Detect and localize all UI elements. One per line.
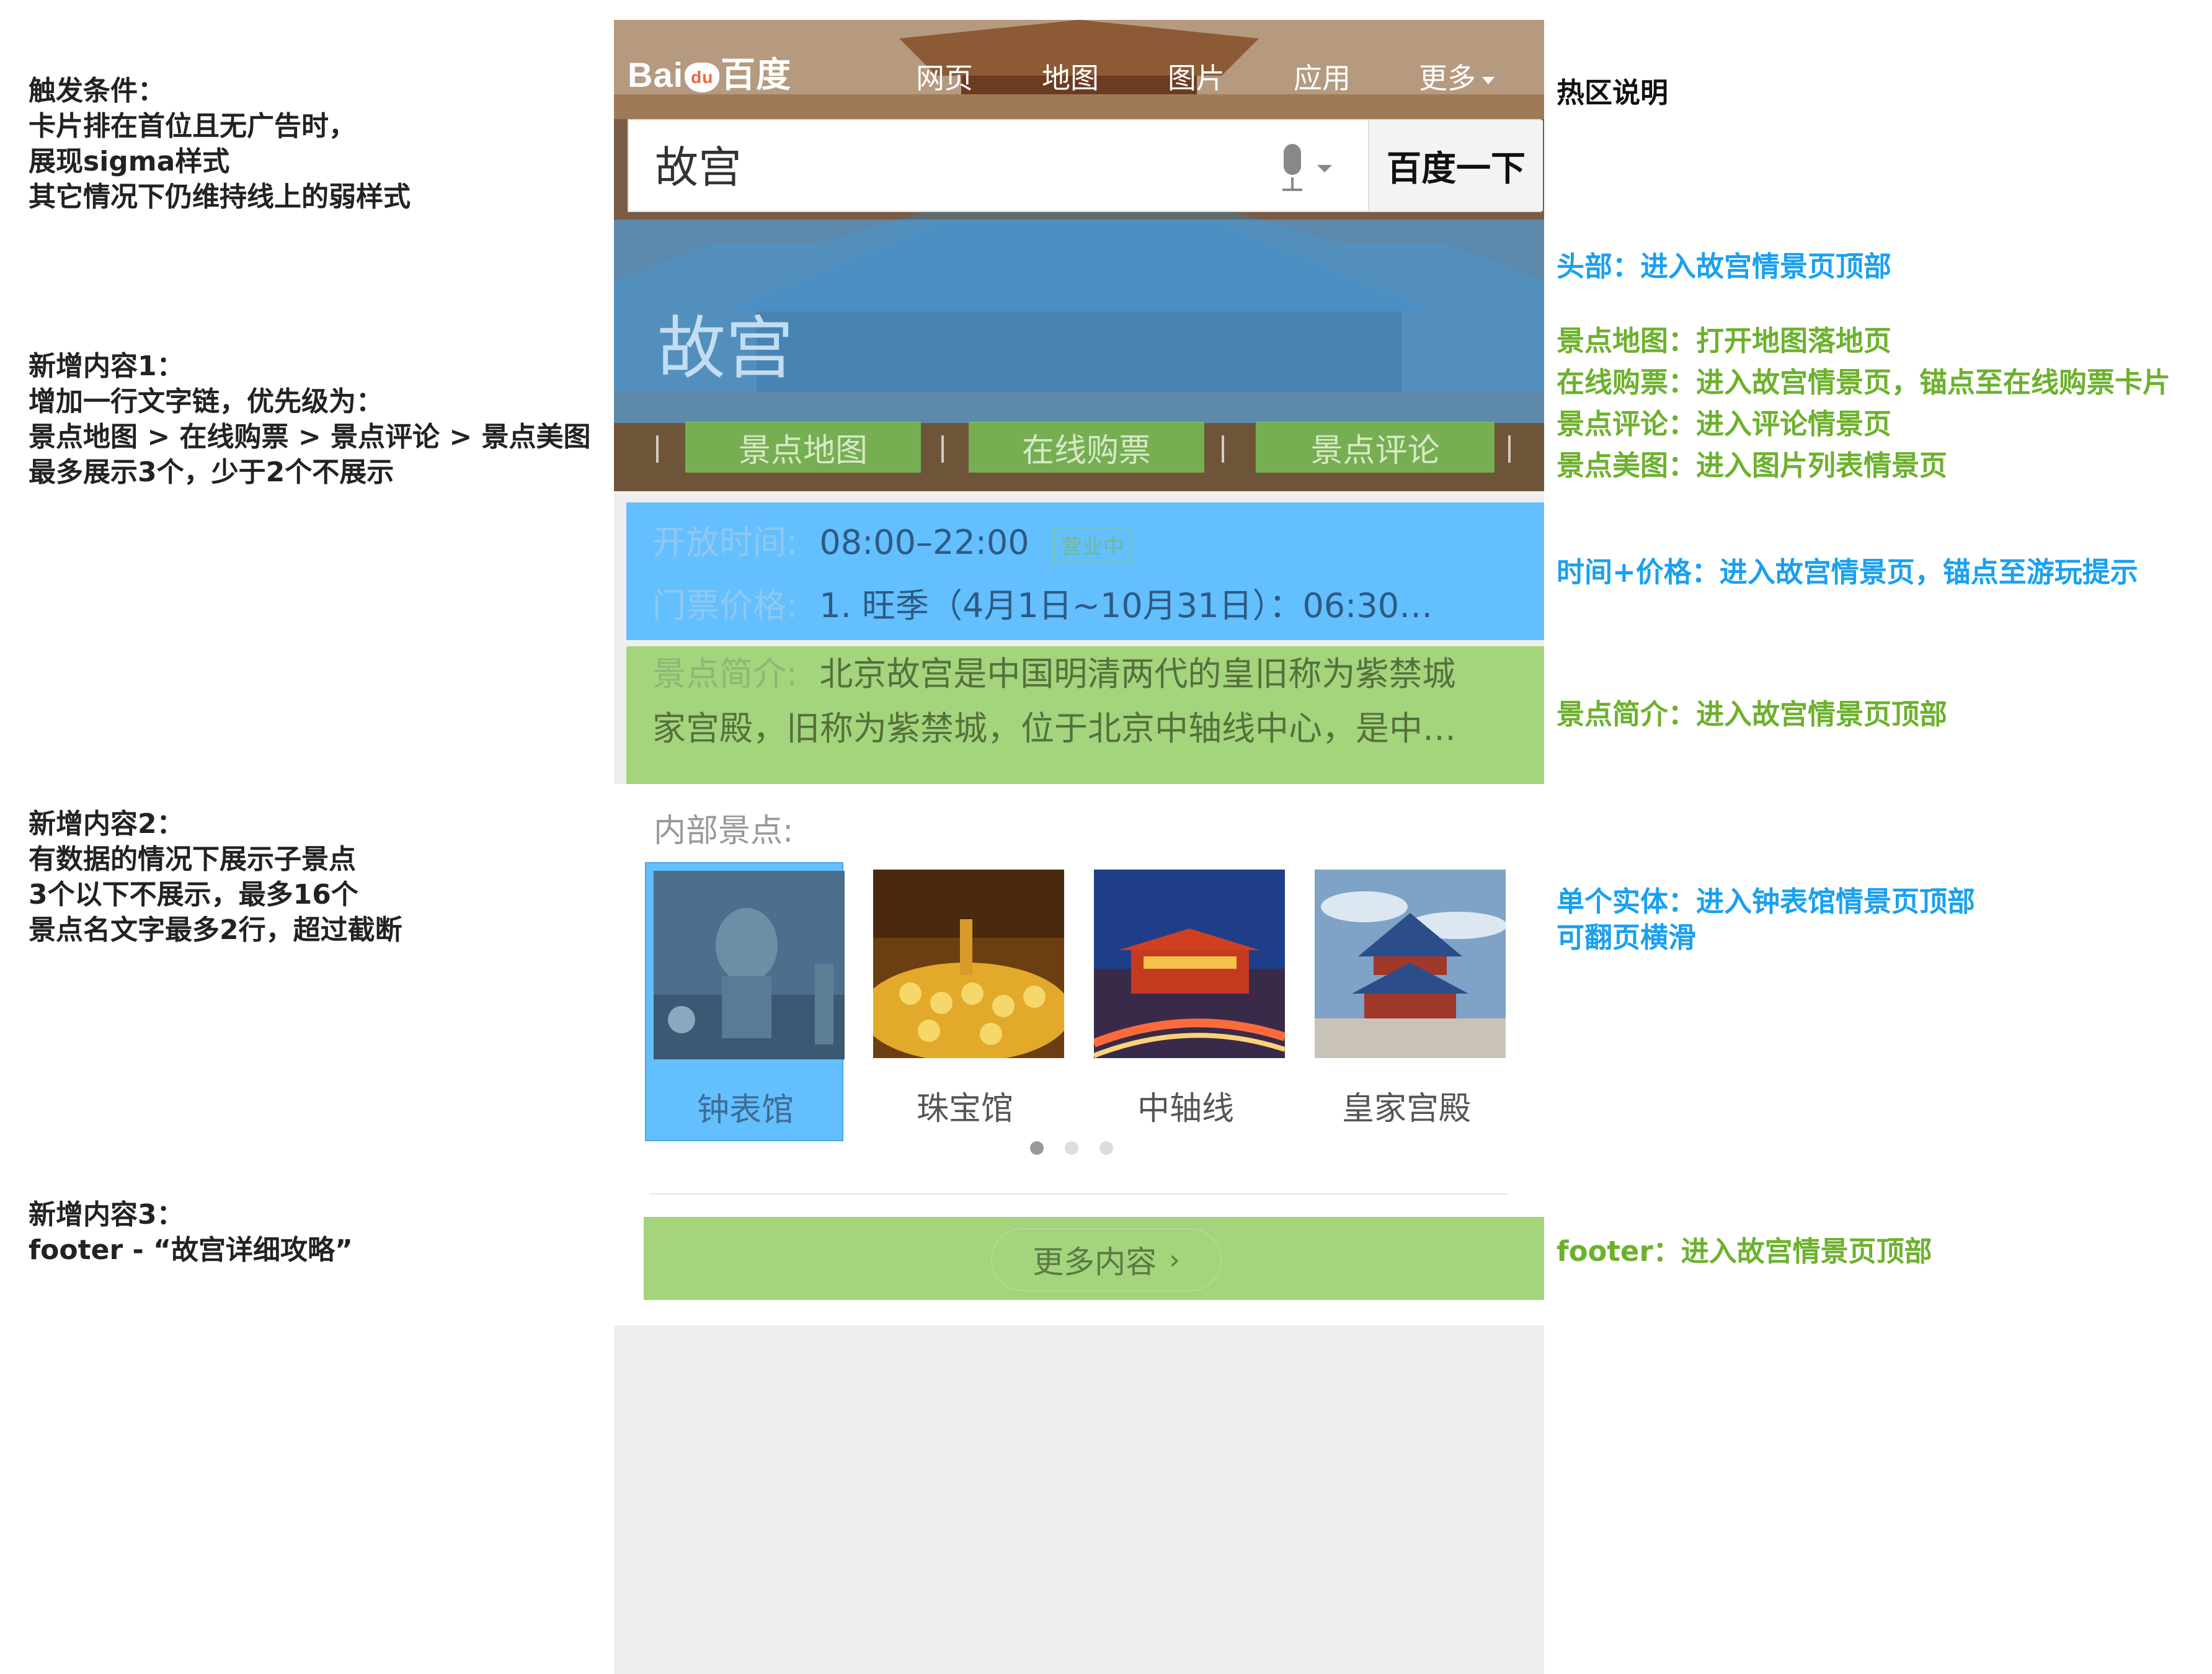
spot-item-jewelry-museum[interactable]: 珠宝馆 (866, 862, 1064, 1141)
link-separator (1508, 435, 1511, 463)
logo-text-paw: du (691, 68, 714, 87)
opening-hours-label: 开放时间: (652, 523, 798, 562)
spot-image (1315, 870, 1506, 1058)
link-online-ticket[interactable]: 在线购票 (969, 422, 1204, 473)
intro-label: 景点简介: (652, 654, 798, 693)
intro-line-1: 景点简介: 北京故宫是中国明清两代的皇旧称为紫禁城 (652, 646, 1455, 695)
footer-hotspot[interactable]: 更多内容 › (644, 1217, 1544, 1300)
nav-item-web[interactable]: 网页 (916, 56, 973, 97)
chevron-right-icon: › (1169, 1244, 1180, 1276)
link-scenic-review[interactable]: 景点评论 (1256, 422, 1495, 473)
hotspot-title: 热区说明 (1557, 76, 1669, 109)
hotspot-link-note-review: 景点评论：进入评论情景页 (1557, 407, 1892, 440)
opening-hours-row: 开放时间: 08:00–22:00 营业中 (652, 515, 1132, 564)
spot-image (1094, 870, 1285, 1058)
link-separator (656, 435, 659, 463)
note-line: 触发条件： (29, 75, 165, 107)
hotspot-link-note-ticket: 在线购票：进入故宫情景页，锚点至在线购票卡片 (1557, 366, 2171, 399)
hotspot-header-note: 头部：进入故宫情景页顶部 (1557, 250, 1892, 283)
header-hero[interactable]: Baidu 百度 网页 地图 图片 应用 更多 百度一下 故宫 景点地图 在线购票 (614, 20, 1544, 491)
spot-image (873, 870, 1064, 1058)
link-separator (1222, 435, 1224, 463)
note-line: 景点地图 > 在线购票 > 景点评论 > 景点美图 (29, 421, 591, 453)
paw-icon: du (685, 63, 720, 93)
status-badge: 营业中 (1053, 527, 1132, 563)
note-new-content-1: 新增内容1： 增加一行文字链，优先级为： 景点地图 > 在线购票 > 景点评论 … (29, 349, 591, 490)
intro-text-1: 北京故宫是中国明清两代的皇旧称为紫禁城 (819, 654, 1456, 693)
note-line: 3个以下不展示，最多16个 (29, 879, 358, 910)
nav-item-more-label: 更多 (1419, 61, 1476, 95)
nav-item-image[interactable]: 图片 (1168, 56, 1225, 97)
nav-item-map[interactable]: 地图 (1042, 56, 1099, 97)
search-input[interactable] (654, 138, 1214, 190)
spot-name: 珠宝馆 (916, 1090, 1013, 1128)
note-line: 新增内容1： (29, 350, 184, 382)
note-line: 最多展示3个，少于2个不展示 (29, 456, 394, 488)
hotspot-link-note-photo: 景点美图：进入图片列表情景页 (1557, 449, 1948, 482)
caret-down-icon[interactable] (1317, 165, 1332, 172)
logo-text-left: Bai (628, 55, 684, 94)
nav-item-more[interactable]: 更多 (1419, 56, 1495, 97)
note-line: 有数据的情况下展示子景点 (29, 844, 356, 875)
page-background (614, 1325, 1544, 1674)
link-separator (941, 435, 944, 463)
intro-hotspot[interactable]: 景点简介: 北京故宫是中国明清两代的皇旧称为紫禁城 家宫殿，旧称为紫禁城，位于北… (626, 646, 1544, 784)
hotspot-intro-note: 景点简介：进入故宫情景页顶部 (1557, 698, 1948, 731)
ticket-price-value: 1. 旺季（4月1日~10月31日）：06:30… (819, 586, 1433, 625)
spot-item-central-axis[interactable]: 中轴线 (1086, 862, 1285, 1141)
hotspot-time-price-note: 时间+价格：进入故宫情景页，锚点至游玩提示 (1557, 556, 2138, 589)
phone-screen: Baidu 百度 网页 地图 图片 应用 更多 百度一下 故宫 景点地图 在线购票 (614, 20, 1544, 1674)
note-line: footer - “故宫详细攻略” (29, 1234, 353, 1266)
intro-text-2: 家宫殿，旧称为紫禁城，位于北京中轴线中心，是中… (652, 709, 1456, 748)
hotspot-link-note-map: 景点地图：打开地图落地页 (1557, 324, 1892, 357)
note-new-content-2: 新增内容2： 有数据的情况下展示子景点 3个以下不展示，最多16个 景点名文字最… (29, 806, 402, 948)
time-price-hotspot[interactable]: 开放时间: 08:00–22:00 营业中 门票价格: 1. 旺季（4月1日~1… (626, 502, 1544, 640)
logo-text-right: 百度 (721, 55, 792, 94)
note-line: 展现sigma样式 (29, 146, 230, 177)
link-scenic-map[interactable]: 景点地图 (685, 422, 921, 473)
hotspot-entity-note-swipe: 可翻页横滑 (1557, 921, 1697, 954)
chevron-down-icon (1482, 76, 1495, 84)
note-line: 新增内容2： (29, 808, 184, 840)
note-line: 卡片排在首位且无广告时， (29, 110, 356, 142)
baidu-logo[interactable]: Bai du 百度 (628, 47, 791, 97)
header-hotspot[interactable]: 故宫 (614, 220, 1544, 423)
ticket-price-label: 门票价格: (652, 586, 798, 625)
spot-item-clock-museum[interactable]: 钟表馆 (645, 862, 845, 1141)
ticket-price-row: 门票价格: 1. 旺季（4月1日~10月31日）：06:30… (652, 578, 1432, 627)
inner-spots-label: 内部景点: (654, 813, 794, 850)
pagination-dot[interactable] (1099, 1141, 1113, 1155)
more-content-button[interactable]: 更多内容 › (991, 1228, 1222, 1291)
search-box: 百度一下 (628, 119, 1543, 212)
pagination-dot[interactable] (1030, 1141, 1044, 1155)
note-trigger: 触发条件： 卡片排在首位且无广告时， 展现sigma样式 其它情况下仍维持线上的… (29, 73, 411, 215)
hotspot-footer-note: footer：进入故宫情景页顶部 (1557, 1235, 1932, 1268)
search-button[interactable]: 百度一下 (1368, 120, 1543, 211)
divider (650, 1193, 1508, 1195)
pagination-dot[interactable] (1065, 1141, 1078, 1155)
spot-item-royal-palace[interactable]: 皇家宫殿 (1307, 862, 1506, 1141)
note-line: 其它情况下仍维持线上的弱样式 (29, 181, 411, 213)
note-line: 增加一行文字链，优先级为： (29, 386, 383, 417)
opening-hours-value: 08:00–22:00 (819, 523, 1029, 562)
spot-name: 皇家宫殿 (1341, 1090, 1471, 1128)
note-line: 新增内容3： (29, 1199, 184, 1231)
card-title: 故宫 (657, 309, 794, 388)
hotspot-entity-note: 单个实体：进入钟表馆情景页顶部 (1557, 885, 1976, 918)
top-nav: Bai du 百度 网页 地图 图片 应用 更多 (614, 20, 1544, 122)
microphone-icon[interactable] (1280, 144, 1305, 194)
note-line: 景点名文字最多2行，超过截断 (29, 914, 402, 946)
note-new-content-3: 新增内容3： footer - “故宫详细攻略” (29, 1197, 353, 1268)
nav-item-app[interactable]: 应用 (1294, 56, 1351, 97)
more-content-label: 更多内容 (1033, 1244, 1157, 1280)
spot-image (654, 871, 845, 1059)
spot-name: 钟表馆 (696, 1092, 794, 1129)
spot-name: 中轴线 (1137, 1090, 1234, 1128)
